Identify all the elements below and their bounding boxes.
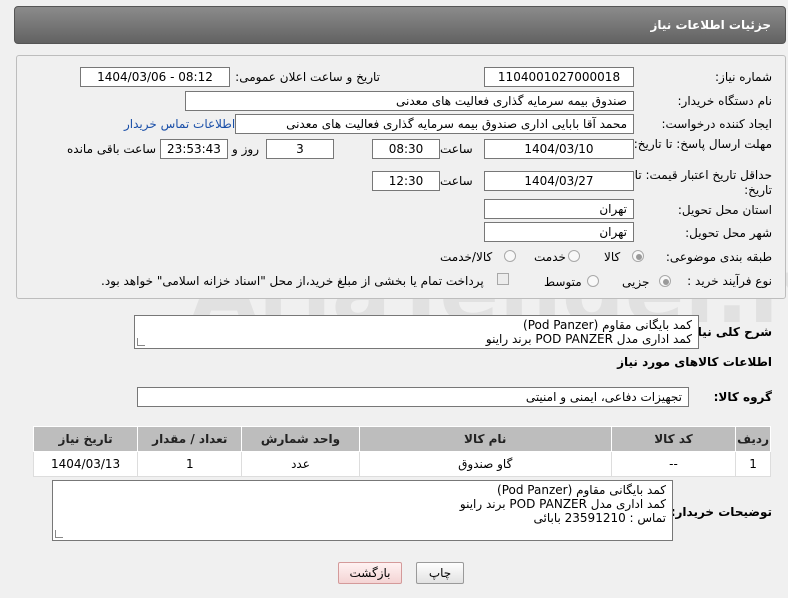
col-code: کد کالا — [610, 426, 737, 452]
price-time-label: ساعت — [440, 174, 473, 188]
description-line-2: کمد اداری مدل POD PANZER برند راینو — [485, 332, 692, 346]
goods-section-title: اطلاعات کالاهای مورد نیاز — [617, 355, 772, 369]
cell-unit: عدد — [241, 451, 360, 477]
process-minor-radio[interactable] — [659, 275, 671, 287]
category-both-radio[interactable] — [504, 250, 516, 262]
buyer-org-label: نام دستگاه خریدار: — [677, 94, 773, 108]
cell-date: 1404/03/13 — [32, 451, 139, 477]
goods-group-label: گروه کالا: — [713, 390, 772, 404]
cell-name: گاو صندوق — [358, 451, 612, 477]
process-medium-label: متوسط — [544, 275, 582, 289]
need-number-field[interactable]: 1104001027000018 — [484, 67, 634, 87]
col-row: ردیف — [735, 426, 771, 452]
buyer-notes-label: توضیحات خریدار: — [670, 505, 772, 519]
back-button[interactable]: بازگشت — [338, 562, 402, 584]
days-field[interactable]: 3 — [266, 139, 334, 159]
process-medium-radio[interactable] — [587, 275, 599, 287]
buyer-notes-line-2: کمد اداری مدل POD PANZER برند راینو — [459, 497, 666, 511]
col-date: تاریخ نیاز — [32, 426, 139, 452]
treasury-payment-note: پرداخت تمام یا بخشی از مبلغ خرید،از محل … — [101, 274, 484, 288]
province-field[interactable]: تهران — [484, 199, 634, 219]
creator-field[interactable]: محمد آقا بابایی اداری صندوق بیمه سرمایه … — [235, 114, 634, 134]
reply-date-field[interactable]: 1404/03/10 — [484, 139, 634, 159]
announce-label: تاریخ و ساعت اعلان عمومی: — [235, 70, 380, 84]
city-field[interactable]: تهران — [484, 222, 634, 242]
col-name: نام کالا — [358, 426, 612, 452]
buyer-notes-textarea[interactable]: کمد بایگانی مقاوم (Pod Panzer) کمد اداری… — [52, 480, 673, 541]
process-minor-label: جزیی — [622, 275, 650, 289]
col-qty: تعداد / مقدار — [137, 426, 243, 452]
province-label: استان محل تحویل: — [677, 203, 772, 217]
need-number-label: شماره نیاز: — [715, 70, 772, 84]
buyer-contact-link[interactable]: اطلاعات تماس خریدار — [124, 117, 235, 131]
cell-row: 1 — [735, 451, 771, 477]
page-title: جزئیات اطلاعات نیاز — [650, 18, 771, 32]
description-textarea[interactable]: کمد بایگانی مقاوم (Pod Panzer) کمد اداری… — [134, 315, 699, 349]
goods-table-header: ردیف کد کالا نام کالا واحد شمارش تعداد /… — [32, 426, 771, 452]
buyer-org-field[interactable]: صندوق بیمه سرمایه گذاری فعالیت های معدنی — [185, 91, 634, 111]
category-goods-radio[interactable] — [632, 250, 644, 262]
process-label: نوع فرآیند خرید : — [687, 274, 772, 288]
reply-deadline-label: مهلت ارسال پاسخ: تا تاریخ: — [633, 137, 772, 151]
goods-table: ردیف کد کالا نام کالا واحد شمارش تعداد /… — [32, 426, 771, 477]
goods-group-field[interactable]: تجهیزات دفاعی، ایمنی و امنیتی — [137, 387, 689, 407]
city-label: شهر محل تحویل: — [685, 226, 772, 240]
treasury-payment-checkbox[interactable] — [497, 273, 509, 285]
price-time-field[interactable]: 12:30 — [372, 171, 440, 191]
category-label: طبقه بندی موضوعی: — [665, 250, 772, 264]
announce-field[interactable]: 1404/03/06 - 08:12 — [80, 67, 230, 87]
category-both-label: کالا/خدمت — [440, 250, 493, 264]
category-goods-label: کالا — [604, 250, 621, 264]
remaining-time-field[interactable]: 23:53:43 — [160, 139, 228, 159]
price-date-field[interactable]: 1404/03/27 — [484, 171, 634, 191]
price-validity-label: حداقل تاریخ اعتبار قیمت: تا تاریخ: — [634, 168, 772, 197]
reply-time-field[interactable]: 08:30 — [372, 139, 440, 159]
page-header: جزئیات اطلاعات نیاز — [14, 6, 786, 44]
description-line-1: کمد بایگانی مقاوم (Pod Panzer) — [523, 318, 692, 332]
table-row[interactable]: 1 -- گاو صندوق عدد 1 1404/03/13 — [32, 451, 771, 477]
remaining-label: ساعت باقی مانده — [67, 142, 157, 156]
cell-qty: 1 — [137, 451, 243, 477]
category-service-radio[interactable] — [568, 250, 580, 262]
print-button[interactable]: چاپ — [416, 562, 464, 584]
reply-time-label: ساعت — [440, 142, 473, 156]
cell-code: -- — [610, 451, 737, 477]
buyer-notes-line-3: تماس : 23591210 بابائی — [533, 511, 667, 525]
days-label: روز و — [232, 142, 259, 156]
category-service-label: خدمت — [534, 250, 566, 264]
buyer-notes-line-1: کمد بایگانی مقاوم (Pod Panzer) — [497, 483, 666, 497]
col-unit: واحد شمارش — [241, 426, 360, 452]
creator-label: ایجاد کننده درخواست: — [661, 117, 772, 131]
